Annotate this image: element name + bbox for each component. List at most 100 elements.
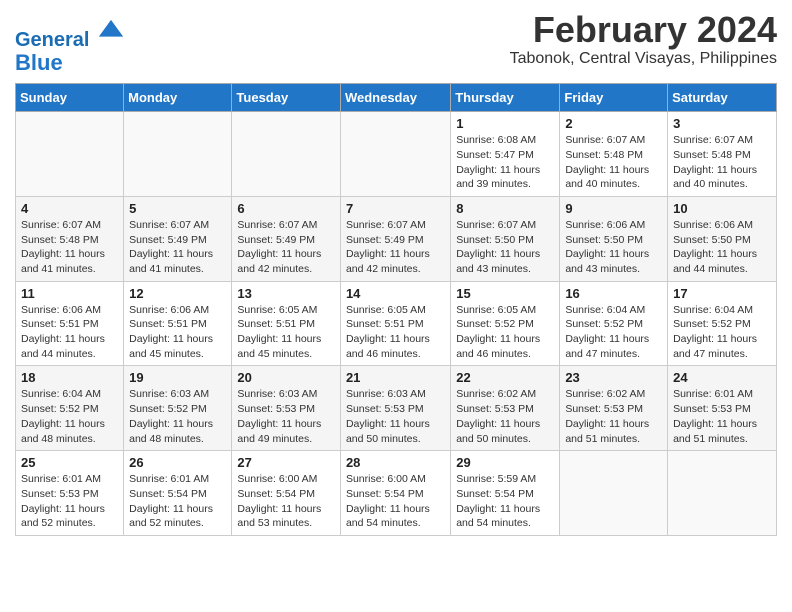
day-info: Sunrise: 6:07 AM Sunset: 5:49 PM Dayligh… — [129, 218, 226, 277]
day-info: Sunrise: 6:01 AM Sunset: 5:53 PM Dayligh… — [21, 472, 118, 531]
day-info: Sunrise: 6:01 AM Sunset: 5:54 PM Dayligh… — [129, 472, 226, 531]
calendar-cell: 14 Sunrise: 6:05 AM Sunset: 5:51 PM Dayli… — [340, 281, 450, 366]
day-number: 3 — [673, 116, 771, 131]
calendar-cell: 17Sunrise: 6:04 AM Sunset: 5:52 PM Dayli… — [668, 281, 777, 366]
calendar-cell: 21 Sunrise: 6:03 AM Sunset: 5:53 PM Dayli… — [340, 366, 450, 451]
day-number: 24 — [673, 370, 771, 385]
calendar-cell — [16, 112, 124, 197]
page-subtitle: Tabonok, Central Visayas, Philippines — [510, 50, 777, 68]
day-info: Sunrise: 6:03 AM Sunset: 5:52 PM Dayligh… — [129, 387, 226, 446]
calendar-week-row: 11 Sunrise: 6:06 AM Sunset: 5:51 PM Dayli… — [16, 281, 777, 366]
day-number: 8 — [456, 201, 554, 216]
day-number: 16 — [565, 286, 662, 301]
calendar-cell: 22 Sunrise: 6:02 AM Sunset: 5:53 PM Dayli… — [451, 366, 560, 451]
day-info: Sunrise: 6:04 AM Sunset: 5:52 PM Dayligh… — [21, 387, 118, 446]
calendar-cell: 15 Sunrise: 6:05 AM Sunset: 5:52 PM Dayli… — [451, 281, 560, 366]
day-info: Sunrise: 5:59 AM Sunset: 5:54 PM Dayligh… — [456, 472, 554, 531]
day-number: 18 — [21, 370, 118, 385]
day-number: 25 — [21, 455, 118, 470]
calendar-cell: 6Sunrise: 6:07 AM Sunset: 5:49 PM Daylig… — [232, 196, 341, 281]
day-info: Sunrise: 6:08 AM Sunset: 5:47 PM Dayligh… — [456, 133, 554, 192]
calendar-cell: 28Sunrise: 6:00 AM Sunset: 5:54 PM Dayli… — [340, 451, 450, 536]
day-number: 19 — [129, 370, 226, 385]
calendar-cell: 9 Sunrise: 6:06 AM Sunset: 5:50 PM Daylig… — [560, 196, 668, 281]
calendar-cell — [560, 451, 668, 536]
day-number: 2 — [565, 116, 662, 131]
calendar-cell — [340, 112, 450, 197]
day-info: Sunrise: 6:02 AM Sunset: 5:53 PM Dayligh… — [456, 387, 554, 446]
day-info: Sunrise: 6:05 AM Sunset: 5:51 PM Dayligh… — [346, 303, 445, 362]
calendar-cell: 25 Sunrise: 6:01 AM Sunset: 5:53 PM Dayli… — [16, 451, 124, 536]
day-info: Sunrise: 6:03 AM Sunset: 5:53 PM Dayligh… — [237, 387, 335, 446]
calendar-week-row: 25 Sunrise: 6:01 AM Sunset: 5:53 PM Dayli… — [16, 451, 777, 536]
calendar-header-row: SundayMondayTuesdayWednesdayThursdayFrid… — [16, 84, 777, 112]
calendar-cell — [668, 451, 777, 536]
day-number: 7 — [346, 201, 445, 216]
day-number: 22 — [456, 370, 554, 385]
day-info: Sunrise: 6:00 AM Sunset: 5:54 PM Dayligh… — [237, 472, 335, 531]
day-number: 10 — [673, 201, 771, 216]
day-info: Sunrise: 6:06 AM Sunset: 5:50 PM Dayligh… — [565, 218, 662, 277]
calendar-body: 1Sunrise: 6:08 AM Sunset: 5:47 PM Daylig… — [16, 112, 777, 536]
calendar-header-cell: Friday — [560, 84, 668, 112]
calendar-week-row: 1Sunrise: 6:08 AM Sunset: 5:47 PM Daylig… — [16, 112, 777, 197]
day-number: 15 — [456, 286, 554, 301]
logo-icon — [97, 18, 125, 46]
day-info: Sunrise: 6:04 AM Sunset: 5:52 PM Dayligh… — [673, 303, 771, 362]
day-number: 11 — [21, 286, 118, 301]
day-info: Sunrise: 6:07 AM Sunset: 5:48 PM Dayligh… — [673, 133, 771, 192]
calendar-cell: 29 Sunrise: 5:59 AM Sunset: 5:54 PM Dayli… — [451, 451, 560, 536]
day-info: Sunrise: 6:05 AM Sunset: 5:52 PM Dayligh… — [456, 303, 554, 362]
calendar-week-row: 18 Sunrise: 6:04 AM Sunset: 5:52 PM Dayli… — [16, 366, 777, 451]
day-number: 9 — [565, 201, 662, 216]
calendar-header-cell: Monday — [124, 84, 232, 112]
logo-text: General — [15, 18, 125, 51]
logo: General Blue — [15, 18, 125, 75]
day-info: Sunrise: 6:00 AM Sunset: 5:54 PM Dayligh… — [346, 472, 445, 531]
day-number: 27 — [237, 455, 335, 470]
day-number: 14 — [346, 286, 445, 301]
day-info: Sunrise: 6:03 AM Sunset: 5:53 PM Dayligh… — [346, 387, 445, 446]
calendar-cell — [232, 112, 341, 197]
calendar-cell: 1Sunrise: 6:08 AM Sunset: 5:47 PM Daylig… — [451, 112, 560, 197]
day-number: 23 — [565, 370, 662, 385]
day-number: 5 — [129, 201, 226, 216]
day-info: Sunrise: 6:04 AM Sunset: 5:52 PM Dayligh… — [565, 303, 662, 362]
day-number: 21 — [346, 370, 445, 385]
day-info: Sunrise: 6:01 AM Sunset: 5:53 PM Dayligh… — [673, 387, 771, 446]
calendar-table: SundayMondayTuesdayWednesdayThursdayFrid… — [15, 83, 777, 536]
day-number: 12 — [129, 286, 226, 301]
logo-blue: Blue — [15, 51, 125, 75]
calendar-cell: 23 Sunrise: 6:02 AM Sunset: 5:53 PM Dayli… — [560, 366, 668, 451]
calendar-cell: 20 Sunrise: 6:03 AM Sunset: 5:53 PM Dayli… — [232, 366, 341, 451]
calendar-cell: 3 Sunrise: 6:07 AM Sunset: 5:48 PM Daylig… — [668, 112, 777, 197]
calendar-cell: 26 Sunrise: 6:01 AM Sunset: 5:54 PM Dayli… — [124, 451, 232, 536]
day-info: Sunrise: 6:06 AM Sunset: 5:51 PM Dayligh… — [129, 303, 226, 362]
day-number: 13 — [237, 286, 335, 301]
calendar-cell: 2Sunrise: 6:07 AM Sunset: 5:48 PM Daylig… — [560, 112, 668, 197]
calendar-header-cell: Wednesday — [340, 84, 450, 112]
day-info: Sunrise: 6:07 AM Sunset: 5:49 PM Dayligh… — [237, 218, 335, 277]
calendar-cell: 8 Sunrise: 6:07 AM Sunset: 5:50 PM Daylig… — [451, 196, 560, 281]
calendar-cell: 19 Sunrise: 6:03 AM Sunset: 5:52 PM Dayli… — [124, 366, 232, 451]
day-info: Sunrise: 6:02 AM Sunset: 5:53 PM Dayligh… — [565, 387, 662, 446]
day-info: Sunrise: 6:05 AM Sunset: 5:51 PM Dayligh… — [237, 303, 335, 362]
calendar-cell: 27 Sunrise: 6:00 AM Sunset: 5:54 PM Dayli… — [232, 451, 341, 536]
calendar-cell: 24 Sunrise: 6:01 AM Sunset: 5:53 PM Dayli… — [668, 366, 777, 451]
calendar-cell: 5 Sunrise: 6:07 AM Sunset: 5:49 PM Daylig… — [124, 196, 232, 281]
calendar-header-cell: Saturday — [668, 84, 777, 112]
day-info: Sunrise: 6:07 AM Sunset: 5:50 PM Dayligh… — [456, 218, 554, 277]
day-info: Sunrise: 6:07 AM Sunset: 5:48 PM Dayligh… — [21, 218, 118, 277]
calendar-cell: 10 Sunrise: 6:06 AM Sunset: 5:50 PM Dayli… — [668, 196, 777, 281]
calendar-header-cell: Thursday — [451, 84, 560, 112]
calendar-cell: 16 Sunrise: 6:04 AM Sunset: 5:52 PM Dayli… — [560, 281, 668, 366]
calendar-cell: 7 Sunrise: 6:07 AM Sunset: 5:49 PM Daylig… — [340, 196, 450, 281]
calendar-header-cell: Tuesday — [232, 84, 341, 112]
day-number: 29 — [456, 455, 554, 470]
day-info: Sunrise: 6:06 AM Sunset: 5:50 PM Dayligh… — [673, 218, 771, 277]
day-info: Sunrise: 6:07 AM Sunset: 5:49 PM Dayligh… — [346, 218, 445, 277]
day-number: 26 — [129, 455, 226, 470]
day-number: 20 — [237, 370, 335, 385]
calendar-header-cell: Sunday — [16, 84, 124, 112]
day-number: 4 — [21, 201, 118, 216]
